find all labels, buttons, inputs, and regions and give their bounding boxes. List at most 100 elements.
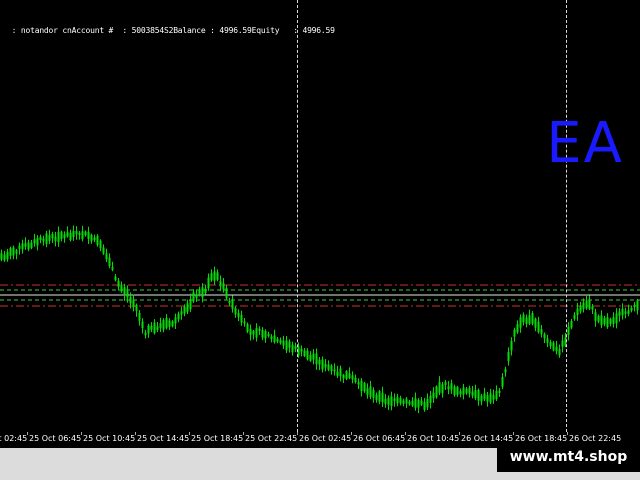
candle-body [39, 236, 42, 240]
candle-body [435, 386, 438, 398]
time-tick-mark [135, 432, 136, 435]
candle-body [246, 324, 249, 332]
candle-body [144, 332, 147, 336]
candle-body [327, 364, 330, 370]
price-levels [0, 284, 640, 307]
candle-body [210, 273, 213, 281]
account-info: : notandor cnAccount # : 5003854S2Balanc… [7, 26, 335, 35]
candle-body [510, 340, 513, 351]
time-tick-mark [297, 432, 298, 435]
candle-body [321, 359, 324, 370]
candle-body [591, 306, 594, 310]
candle-body [531, 313, 534, 324]
candle-body [63, 234, 66, 239]
candle-body [120, 284, 123, 292]
candle-body [633, 304, 636, 307]
candle-body [507, 352, 510, 362]
candle-body [459, 391, 462, 395]
time-tick-label: 25 Oct 10:45 [83, 434, 136, 443]
candle-body [561, 340, 564, 347]
candle-body [378, 391, 381, 402]
time-tick-label: 25 Oct 14:45 [137, 434, 190, 443]
candle-body [555, 346, 558, 352]
candle-body [261, 329, 264, 338]
candle-body [483, 393, 486, 400]
candle-body [270, 336, 273, 339]
candle-body [156, 326, 159, 330]
candle-body [237, 312, 240, 318]
candle-body [516, 324, 519, 333]
candle-body [153, 322, 156, 334]
candle-body [411, 400, 414, 406]
candle-body [54, 236, 57, 242]
candle-body [204, 288, 207, 294]
candle-body [333, 369, 336, 372]
candle-body [132, 300, 135, 308]
candle-body [372, 389, 375, 398]
time-tick-mark [189, 432, 190, 435]
candle-body [207, 277, 210, 289]
candle-body [189, 299, 192, 310]
candle-body [222, 283, 225, 290]
candle-body [198, 289, 201, 294]
candle-body [306, 350, 309, 360]
candle-body [192, 292, 195, 302]
candle-body [390, 396, 393, 406]
candle-body [108, 257, 111, 267]
candle-body [243, 321, 246, 324]
candle-body [138, 312, 141, 321]
candle-body [537, 321, 540, 333]
candle-body [6, 251, 9, 260]
candle-body [318, 359, 321, 365]
candle-body [423, 402, 426, 410]
candle-body [162, 320, 165, 330]
candle-body [102, 247, 105, 254]
candle-body [444, 382, 447, 385]
candle-body [567, 326, 570, 335]
period-separator [566, 0, 567, 432]
candle-body [51, 233, 54, 239]
candle-body [432, 392, 435, 399]
candle-body [72, 230, 75, 237]
candle-body [534, 318, 537, 328]
candle-body [69, 232, 72, 241]
candle-body [114, 276, 117, 281]
candle-body [330, 365, 333, 371]
candle-body [216, 272, 219, 280]
candle-body [48, 234, 51, 241]
candle-body [174, 317, 177, 324]
candle-body [612, 317, 615, 324]
candle-body [540, 329, 543, 334]
time-tick-mark [567, 432, 568, 435]
candle-body [15, 250, 18, 254]
candle-body [465, 388, 468, 394]
candle-body [456, 386, 459, 395]
candle-body [18, 245, 21, 249]
candle-body [252, 330, 255, 335]
time-tick-mark [243, 432, 244, 435]
period-separator [297, 0, 298, 432]
candle-body [165, 318, 168, 329]
time-tick-label: 25 Oct 22:45 [245, 434, 298, 443]
candle-body [558, 349, 561, 356]
candle-body [339, 368, 342, 377]
candle-body [288, 341, 291, 348]
time-tick-mark [27, 432, 28, 435]
candle-body [621, 309, 624, 316]
candle-body [618, 311, 621, 316]
candle-body [90, 234, 93, 242]
candle-body [93, 237, 96, 241]
price-chart[interactable]: : notandor cnAccount # : 5003854S2Balanc… [0, 0, 640, 432]
candle-body [354, 377, 357, 383]
time-tick-label: 26 Oct 06:45 [353, 434, 406, 443]
candle-body [399, 398, 402, 404]
candle-body [225, 287, 228, 298]
candle-body [582, 302, 585, 309]
candle-body [234, 308, 237, 315]
candle-body [363, 382, 366, 392]
candle-body [357, 382, 360, 385]
candle-body [324, 363, 327, 368]
candle-body [579, 305, 582, 312]
candle-body [219, 280, 222, 287]
candle-body [282, 340, 285, 346]
